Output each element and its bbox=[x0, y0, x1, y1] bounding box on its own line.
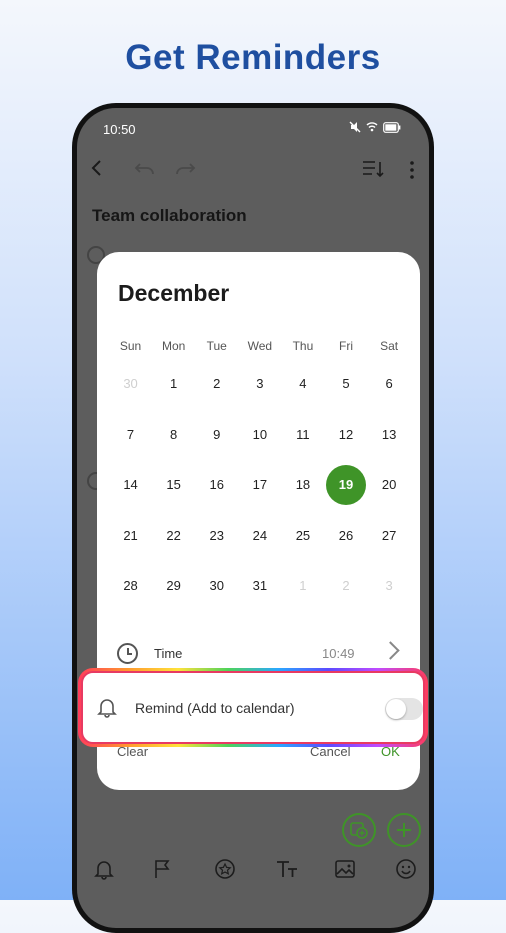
calendar-day[interactable]: 3 bbox=[238, 359, 281, 410]
weekday-header: Sun Mon Tue Wed Thu Fri Sat bbox=[109, 339, 411, 353]
time-value: 10:49 bbox=[322, 646, 355, 661]
calendar-day[interactable]: 1 bbox=[152, 359, 195, 410]
emoji-icon[interactable] bbox=[395, 858, 417, 880]
calendar-day[interactable]: 25 bbox=[281, 511, 324, 562]
weekday-label: Sun bbox=[119, 339, 142, 353]
headline: Get Reminders bbox=[125, 38, 381, 77]
remind-label: Remind (Add to calendar) bbox=[135, 700, 295, 716]
calendar-week: 30 1 2 3 4 5 6 bbox=[109, 359, 411, 410]
calendar-week: 21 22 23 24 25 26 27 bbox=[109, 511, 411, 562]
calendar-day[interactable]: 17 bbox=[238, 460, 281, 511]
calendar-day[interactable]: 6 bbox=[368, 359, 411, 410]
calendar-day[interactable]: 1 bbox=[281, 561, 324, 612]
weekday-label: Thu bbox=[292, 339, 314, 353]
calendar-day[interactable]: 22 bbox=[152, 511, 195, 562]
weekday-label: Sat bbox=[380, 339, 399, 353]
calendar-day[interactable]: 21 bbox=[109, 511, 152, 562]
calendar-day[interactable]: 2 bbox=[195, 359, 238, 410]
phone-screen: 10:50 Team collaboration December Sun Mo… bbox=[77, 108, 429, 928]
calendar-day[interactable]: 3 bbox=[368, 561, 411, 612]
calendar-grid: 30 1 2 3 4 5 6 7 8 9 10 11 12 13 14 15 1… bbox=[109, 359, 411, 612]
undo-icon[interactable] bbox=[133, 160, 157, 178]
calendar-day[interactable]: 5 bbox=[324, 359, 367, 410]
calendar-day[interactable]: 26 bbox=[324, 511, 367, 562]
phone-frame: 10:50 Team collaboration December Sun Mo… bbox=[72, 103, 434, 933]
bell-icon[interactable] bbox=[93, 858, 115, 880]
calendar-week: 14 15 16 17 18 19 20 bbox=[109, 460, 411, 511]
reminder-add-icon bbox=[350, 822, 368, 839]
toolbar bbox=[77, 156, 429, 186]
clock-icon bbox=[117, 643, 138, 664]
weekday-label: Wed bbox=[247, 339, 273, 353]
bottom-toolbar bbox=[77, 858, 429, 894]
remind-toggle[interactable] bbox=[385, 698, 423, 720]
calendar-week: 7 8 9 10 11 12 13 bbox=[109, 410, 411, 461]
calendar-day[interactable]: 23 bbox=[195, 511, 238, 562]
mute-icon bbox=[349, 121, 361, 133]
add-reminder-fab[interactable] bbox=[342, 813, 376, 847]
calendar-day[interactable]: 8 bbox=[152, 410, 195, 461]
calendar-day[interactable]: 9 bbox=[195, 410, 238, 461]
calendar-day[interactable]: 28 bbox=[109, 561, 152, 612]
note-title: Team collaboration bbox=[92, 206, 247, 225]
wifi-icon bbox=[366, 122, 378, 132]
time-label: Time bbox=[154, 646, 183, 661]
calendar-day[interactable]: 12 bbox=[324, 410, 367, 461]
calendar-day[interactable]: 15 bbox=[152, 460, 195, 511]
calendar-day-selected[interactable]: 19 bbox=[324, 460, 367, 511]
redo-icon[interactable] bbox=[173, 160, 197, 178]
star-badge-icon[interactable] bbox=[214, 858, 236, 880]
remind-row-highlight: Remind (Add to calendar) bbox=[78, 668, 428, 747]
remind-row[interactable]: Remind (Add to calendar) bbox=[81, 671, 425, 744]
calendar-day[interactable]: 20 bbox=[368, 460, 411, 511]
bell-icon bbox=[97, 699, 117, 718]
calendar-day[interactable]: 10 bbox=[238, 410, 281, 461]
text-format-icon[interactable] bbox=[275, 858, 299, 880]
calendar-day[interactable]: 13 bbox=[368, 410, 411, 461]
dialog-actions: Clear Cancel OK bbox=[97, 744, 420, 768]
calendar-day[interactable]: 7 bbox=[109, 410, 152, 461]
image-icon[interactable] bbox=[334, 858, 356, 880]
calendar-week: 28 29 30 31 1 2 3 bbox=[109, 561, 411, 612]
weekday-label: Mon bbox=[161, 339, 186, 353]
battery-icon bbox=[383, 121, 401, 133]
month-title: December bbox=[118, 280, 230, 306]
calendar-day[interactable]: 31 bbox=[238, 561, 281, 612]
calendar-day[interactable]: 24 bbox=[238, 511, 281, 562]
calendar-day[interactable]: 11 bbox=[281, 410, 324, 461]
toggle-knob bbox=[386, 699, 406, 719]
sort-icon[interactable] bbox=[361, 159, 385, 179]
status-icons bbox=[349, 121, 401, 133]
calendar-day[interactable]: 16 bbox=[195, 460, 238, 511]
status-bar: 10:50 bbox=[77, 120, 429, 140]
calendar-day[interactable]: 27 bbox=[368, 511, 411, 562]
add-fab[interactable] bbox=[387, 813, 421, 847]
weekday-label: Tue bbox=[206, 339, 227, 353]
calendar-day[interactable]: 30 bbox=[109, 359, 152, 410]
back-icon[interactable] bbox=[89, 159, 105, 177]
calendar-day[interactable]: 2 bbox=[324, 561, 367, 612]
time-row[interactable]: Time 10:49 bbox=[97, 638, 420, 672]
calendar-day[interactable]: 30 bbox=[195, 561, 238, 612]
calendar-day[interactable]: 29 bbox=[152, 561, 195, 612]
calendar-day[interactable]: 18 bbox=[281, 460, 324, 511]
chevron-right-icon bbox=[381, 641, 400, 660]
more-icon[interactable] bbox=[409, 160, 415, 180]
weekday-label: Fri bbox=[339, 339, 354, 353]
flag-icon[interactable] bbox=[151, 858, 173, 880]
status-time: 10:50 bbox=[103, 122, 136, 137]
calendar-day[interactable]: 14 bbox=[109, 460, 152, 511]
calendar-day[interactable]: 4 bbox=[281, 359, 324, 410]
plus-icon bbox=[397, 823, 411, 837]
